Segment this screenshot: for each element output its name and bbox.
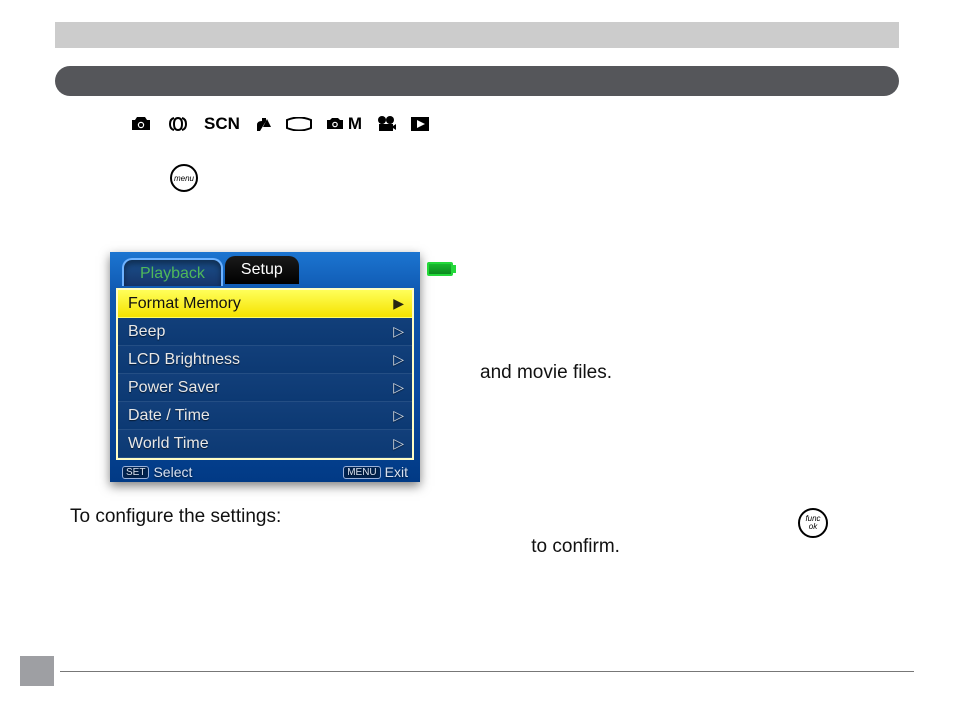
top-grey-bar [55,22,899,48]
menu-item-label: World Time [128,435,209,453]
menu-item-power-saver[interactable]: Power Saver ▷ [118,374,412,402]
body-text-confirm: to confirm. [531,536,620,558]
menu-item-world-time[interactable]: World Time ▷ [118,430,412,458]
menu-button-label: menu [174,174,194,183]
lcd-footer-select-label: Select [153,464,192,480]
menu-key-badge: MENU [343,466,380,479]
set-key-badge: SET [122,466,149,479]
body-text-configure: To configure the settings: [70,506,281,528]
setup-menu-list: Format Memory ▶ Beep ▷ LCD Brightness ▷ … [116,288,414,460]
lcd-footer: SET Select MENU Exit [116,460,414,482]
func-ok-button-icon: func ok [798,508,828,538]
lcd-tab-row: Playback Setup [122,256,414,286]
menu-item-format-memory[interactable]: Format Memory ▶ [118,290,412,318]
menu-item-label: Beep [128,323,165,341]
manual-mode-icon: M [326,114,362,134]
tab-setup[interactable]: Setup [225,256,299,284]
menu-item-label: Format Memory [128,295,241,313]
scene-person-icon [254,115,272,133]
mode-icon-row: SCN M [130,114,954,134]
menu-item-label: Date / Time [128,407,210,425]
body-text-movie-files: and movie files. [480,362,612,384]
page-number-box [20,656,54,686]
lcd-footer-exit: MENU Exit [343,464,408,480]
tab-playback[interactable]: Playback [122,258,223,286]
page-footer-rule [60,671,914,672]
movie-icon [376,115,396,133]
func-label-bottom: ok [809,523,817,531]
camera-lcd-screenshot: Playback Setup Format Memory ▶ Beep ▷ LC… [110,252,420,482]
anti-shake-icon [166,116,190,132]
menu-item-beep[interactable]: Beep ▷ [118,318,412,346]
lcd-footer-select: SET Select [122,464,192,480]
chevron-right-icon: ▶ [393,295,404,312]
chevron-right-icon: ▷ [393,435,404,452]
menu-item-lcd-brightness[interactable]: LCD Brightness ▷ [118,346,412,374]
menu-item-label: LCD Brightness [128,351,240,369]
panorama-icon [286,117,312,131]
scn-mode-label: SCN [204,114,240,134]
menu-item-date-time[interactable]: Date / Time ▷ [118,402,412,430]
camera-icon [130,116,152,132]
menu-item-label: Power Saver [128,379,220,397]
chevron-right-icon: ▷ [393,351,404,368]
section-title-bar [55,66,899,96]
menu-button-icon: menu [170,164,198,192]
chevron-right-icon: ▷ [393,323,404,340]
chevron-right-icon: ▷ [393,407,404,424]
battery-icon [427,262,456,276]
manual-mode-m: M [348,114,362,134]
lcd-footer-exit-label: Exit [385,464,408,480]
playback-icon [410,116,430,132]
chevron-right-icon: ▷ [393,379,404,396]
